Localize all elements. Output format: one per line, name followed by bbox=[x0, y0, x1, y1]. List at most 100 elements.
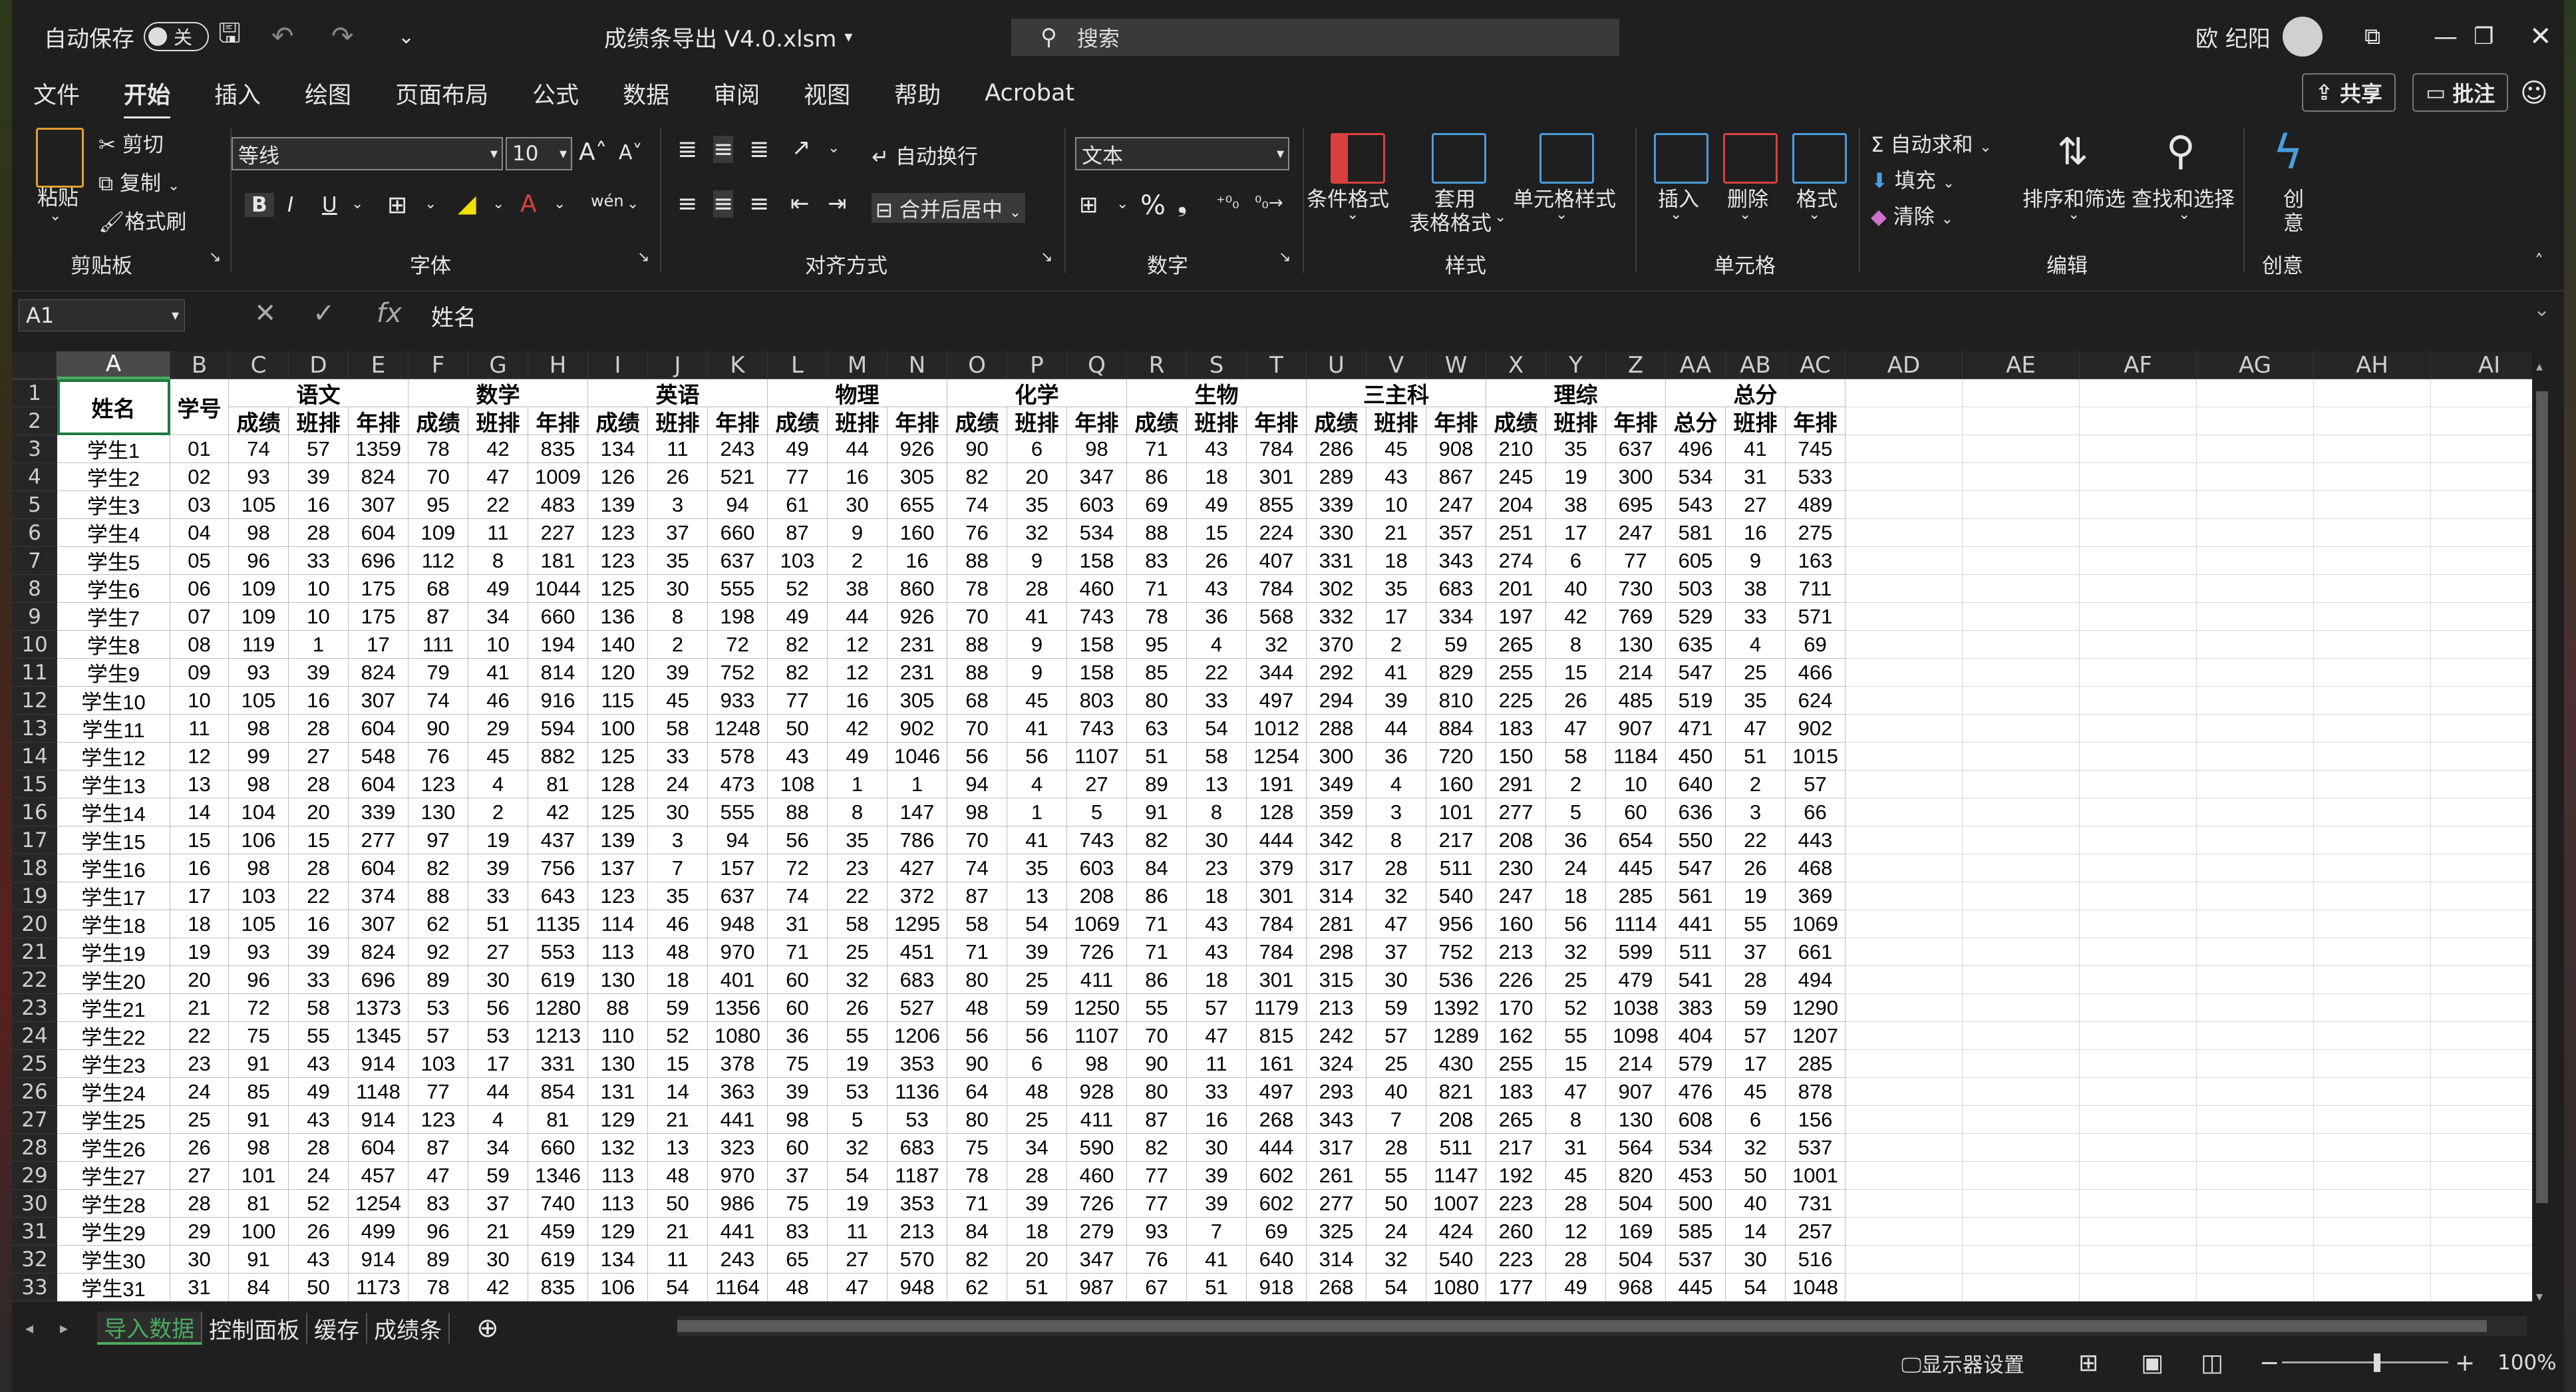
data-cell[interactable]: 32 bbox=[828, 966, 887, 994]
phonetic-dropdown-icon[interactable]: ⌄ bbox=[627, 196, 639, 212]
data-cell[interactable]: 123 bbox=[588, 882, 648, 910]
format-as-table-label-2[interactable]: 表格格式 bbox=[1409, 206, 1492, 236]
data-cell[interactable]: 2 bbox=[828, 547, 887, 575]
empty-cell[interactable] bbox=[2314, 435, 2431, 463]
data-cell[interactable]: 90 bbox=[947, 1050, 1007, 1078]
page-break-view-icon[interactable]: ◫ bbox=[2201, 1349, 2223, 1377]
data-cell[interactable]: 55 bbox=[828, 1022, 887, 1050]
empty-cell[interactable] bbox=[1846, 435, 1963, 463]
data-cell[interactable]: 8 bbox=[1546, 1106, 1606, 1134]
data-cell[interactable]: 27 bbox=[170, 1162, 229, 1190]
row-header[interactable]: 23 bbox=[12, 994, 57, 1022]
column-header[interactable]: B bbox=[170, 351, 229, 379]
data-cell[interactable]: 404 bbox=[1666, 1022, 1726, 1050]
data-cell[interactable]: 902 bbox=[887, 715, 947, 743]
data-cell[interactable]: 18 bbox=[1187, 882, 1247, 910]
data-cell[interactable]: 1346 bbox=[528, 1162, 588, 1190]
column-header[interactable]: X bbox=[1486, 351, 1546, 379]
data-cell[interactable]: 17 bbox=[1367, 603, 1426, 631]
data-cell[interactable]: 25 bbox=[1726, 659, 1786, 687]
data-cell[interactable]: 342 bbox=[1307, 826, 1367, 854]
column-header[interactable]: O bbox=[947, 351, 1007, 379]
empty-cell[interactable] bbox=[2080, 743, 2197, 771]
data-cell[interactable]: 58 bbox=[648, 715, 708, 743]
data-cell[interactable]: 786 bbox=[887, 826, 947, 854]
empty-cell[interactable] bbox=[2197, 910, 2314, 938]
fill-button[interactable]: ⬇ 填充 ⌄ bbox=[1871, 164, 1955, 194]
data-cell[interactable]: 51 bbox=[1726, 743, 1786, 771]
data-cell[interactable]: 18 bbox=[1187, 463, 1247, 491]
data-cell[interactable]: 301 bbox=[1247, 882, 1307, 910]
data-cell[interactable]: 94 bbox=[708, 826, 768, 854]
data-cell[interactable]: 17 bbox=[170, 882, 229, 910]
data-cell[interactable]: 30 bbox=[648, 575, 708, 603]
data-cell[interactable]: 158 bbox=[1067, 631, 1127, 659]
empty-cell[interactable] bbox=[1846, 854, 1963, 882]
data-cell[interactable]: 32 bbox=[1367, 882, 1426, 910]
column-header[interactable]: M bbox=[828, 351, 887, 379]
data-cell[interactable]: 16 bbox=[289, 910, 349, 938]
column-header[interactable]: T bbox=[1247, 351, 1307, 379]
data-cell[interactable]: 24 bbox=[648, 771, 708, 798]
data-cell[interactable]: 884 bbox=[1426, 715, 1486, 743]
data-cell[interactable]: 2 bbox=[468, 798, 528, 826]
data-cell[interactable]: 37 bbox=[468, 1190, 528, 1218]
data-cell[interactable]: 64 bbox=[947, 1078, 1007, 1106]
empty-cell[interactable] bbox=[1963, 631, 2080, 659]
data-cell[interactable]: 22 bbox=[468, 491, 528, 519]
empty-cell[interactable] bbox=[2197, 1078, 2314, 1106]
empty-cell[interactable] bbox=[1963, 854, 2080, 882]
empty-cell[interactable] bbox=[2197, 575, 2314, 603]
data-cell[interactable]: 183 bbox=[1486, 1078, 1546, 1106]
data-cell[interactable]: 42 bbox=[528, 798, 588, 826]
empty-cell[interactable] bbox=[2314, 407, 2431, 435]
data-cell[interactable]: 288 bbox=[1307, 715, 1367, 743]
data-cell[interactable]: 217 bbox=[1426, 826, 1486, 854]
data-cell[interactable]: 42 bbox=[1546, 603, 1606, 631]
empty-cell[interactable] bbox=[2431, 379, 2533, 407]
empty-cell[interactable] bbox=[2314, 938, 2431, 966]
data-cell[interactable]: 60 bbox=[1606, 798, 1666, 826]
data-cell[interactable]: 581 bbox=[1666, 519, 1726, 547]
data-cell[interactable]: 1048 bbox=[1786, 1274, 1846, 1302]
data-cell[interactable]: 17 bbox=[349, 631, 408, 659]
empty-cell[interactable] bbox=[1846, 659, 1963, 687]
data-cell[interactable]: 44 bbox=[1367, 715, 1426, 743]
data-cell[interactable]: 52 bbox=[768, 575, 828, 603]
column-header[interactable]: W bbox=[1426, 351, 1486, 379]
data-cell[interactable]: 39 bbox=[768, 1078, 828, 1106]
data-cell[interactable]: 29 bbox=[468, 715, 528, 743]
data-cell[interactable]: 84 bbox=[229, 1274, 289, 1302]
data-cell[interactable]: 247 bbox=[1486, 882, 1546, 910]
horizontal-scrollbar[interactable] bbox=[677, 1316, 2527, 1336]
data-cell[interactable]: 479 bbox=[1606, 966, 1666, 994]
paste-icon[interactable] bbox=[36, 128, 84, 188]
data-cell[interactable]: 57 bbox=[1726, 1022, 1786, 1050]
data-cell[interactable]: 578 bbox=[708, 743, 768, 771]
data-cell[interactable]: 43 bbox=[1187, 435, 1247, 463]
data-cell[interactable]: 437 bbox=[528, 826, 588, 854]
header-sub[interactable]: 成绩 bbox=[947, 407, 1007, 436]
empty-cell[interactable] bbox=[1846, 547, 1963, 575]
data-cell[interactable]: 130 bbox=[1606, 631, 1666, 659]
comma-style-icon[interactable]: ❟ bbox=[1178, 190, 1187, 218]
data-cell[interactable]: 19 bbox=[828, 1050, 887, 1078]
data-cell[interactable]: 47 bbox=[1367, 910, 1426, 938]
phonetic-guide-button[interactable]: wén bbox=[591, 192, 624, 210]
data-cell[interactable]: 125 bbox=[588, 743, 648, 771]
data-cell[interactable]: 47 bbox=[468, 463, 528, 491]
data-cell[interactable]: 28 bbox=[1546, 1190, 1606, 1218]
format-table-dropdown-icon[interactable]: ⌄ bbox=[1494, 209, 1506, 226]
data-cell[interactable]: 1107 bbox=[1067, 743, 1127, 771]
data-cell[interactable]: 22 bbox=[1187, 659, 1247, 687]
data-cell[interactable]: 84 bbox=[1127, 854, 1187, 882]
empty-cell[interactable] bbox=[2080, 659, 2197, 687]
data-cell[interactable]: 1015 bbox=[1786, 743, 1846, 771]
empty-cell[interactable] bbox=[2431, 1246, 2533, 1274]
header-sub[interactable]: 成绩 bbox=[588, 407, 648, 436]
data-cell[interactable]: 07 bbox=[170, 603, 229, 631]
empty-cell[interactable] bbox=[2314, 1106, 2431, 1134]
data-cell[interactable]: 57 bbox=[1187, 994, 1247, 1022]
data-cell[interactable]: 34 bbox=[1007, 1134, 1067, 1162]
row-header[interactable]: 21 bbox=[12, 938, 57, 966]
